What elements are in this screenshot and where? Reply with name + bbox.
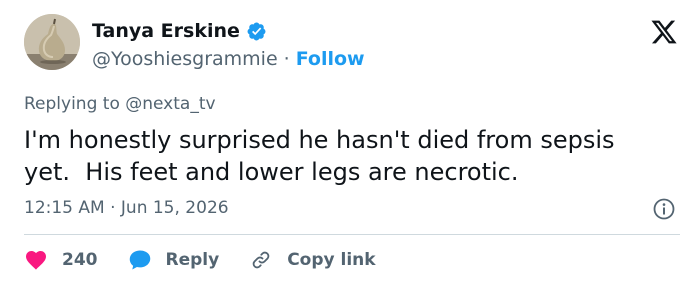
tweet-timestamp[interactable]: 12:15 AM · Jun 15, 2026 — [24, 198, 229, 218]
divider — [24, 234, 680, 235]
action-bar: 240 Reply Copy link — [24, 248, 376, 272]
replying-to-mention[interactable]: @nexta_tv — [125, 94, 215, 114]
replying-to: Replying to @nexta_tv — [24, 94, 216, 114]
avatar[interactable] — [24, 14, 80, 70]
copy-link-button[interactable]: Copy link — [249, 248, 376, 272]
link-icon — [252, 251, 270, 269]
tweet-text: I'm honestly surprised he hasn't died fr… — [24, 126, 615, 186]
like-count: 240 — [62, 250, 98, 270]
reply-button[interactable]: Reply — [128, 248, 220, 272]
author-handle[interactable]: @Yooshiesgrammie — [92, 48, 278, 70]
verified-badge-icon — [247, 22, 266, 40]
speech-bubble-icon — [129, 250, 150, 270]
follow-button[interactable]: Follow — [296, 48, 365, 70]
author-name[interactable]: Tanya Erskine — [92, 20, 240, 42]
copy-link-label: Copy link — [287, 250, 376, 270]
replying-to-prefix: Replying to — [24, 94, 126, 114]
author-name-row: Tanya Erskine — [92, 20, 267, 42]
author-handle-row: @Yooshiesgrammie · Follow — [92, 48, 365, 70]
separator-dot: · — [283, 48, 290, 70]
heart-icon — [26, 251, 46, 270]
like-button[interactable]: 240 — [24, 248, 98, 272]
avatar-pear-image — [24, 14, 80, 70]
info-icon[interactable] — [652, 197, 676, 221]
x-logo-icon[interactable] — [650, 18, 678, 46]
reply-label: Reply — [165, 250, 220, 270]
